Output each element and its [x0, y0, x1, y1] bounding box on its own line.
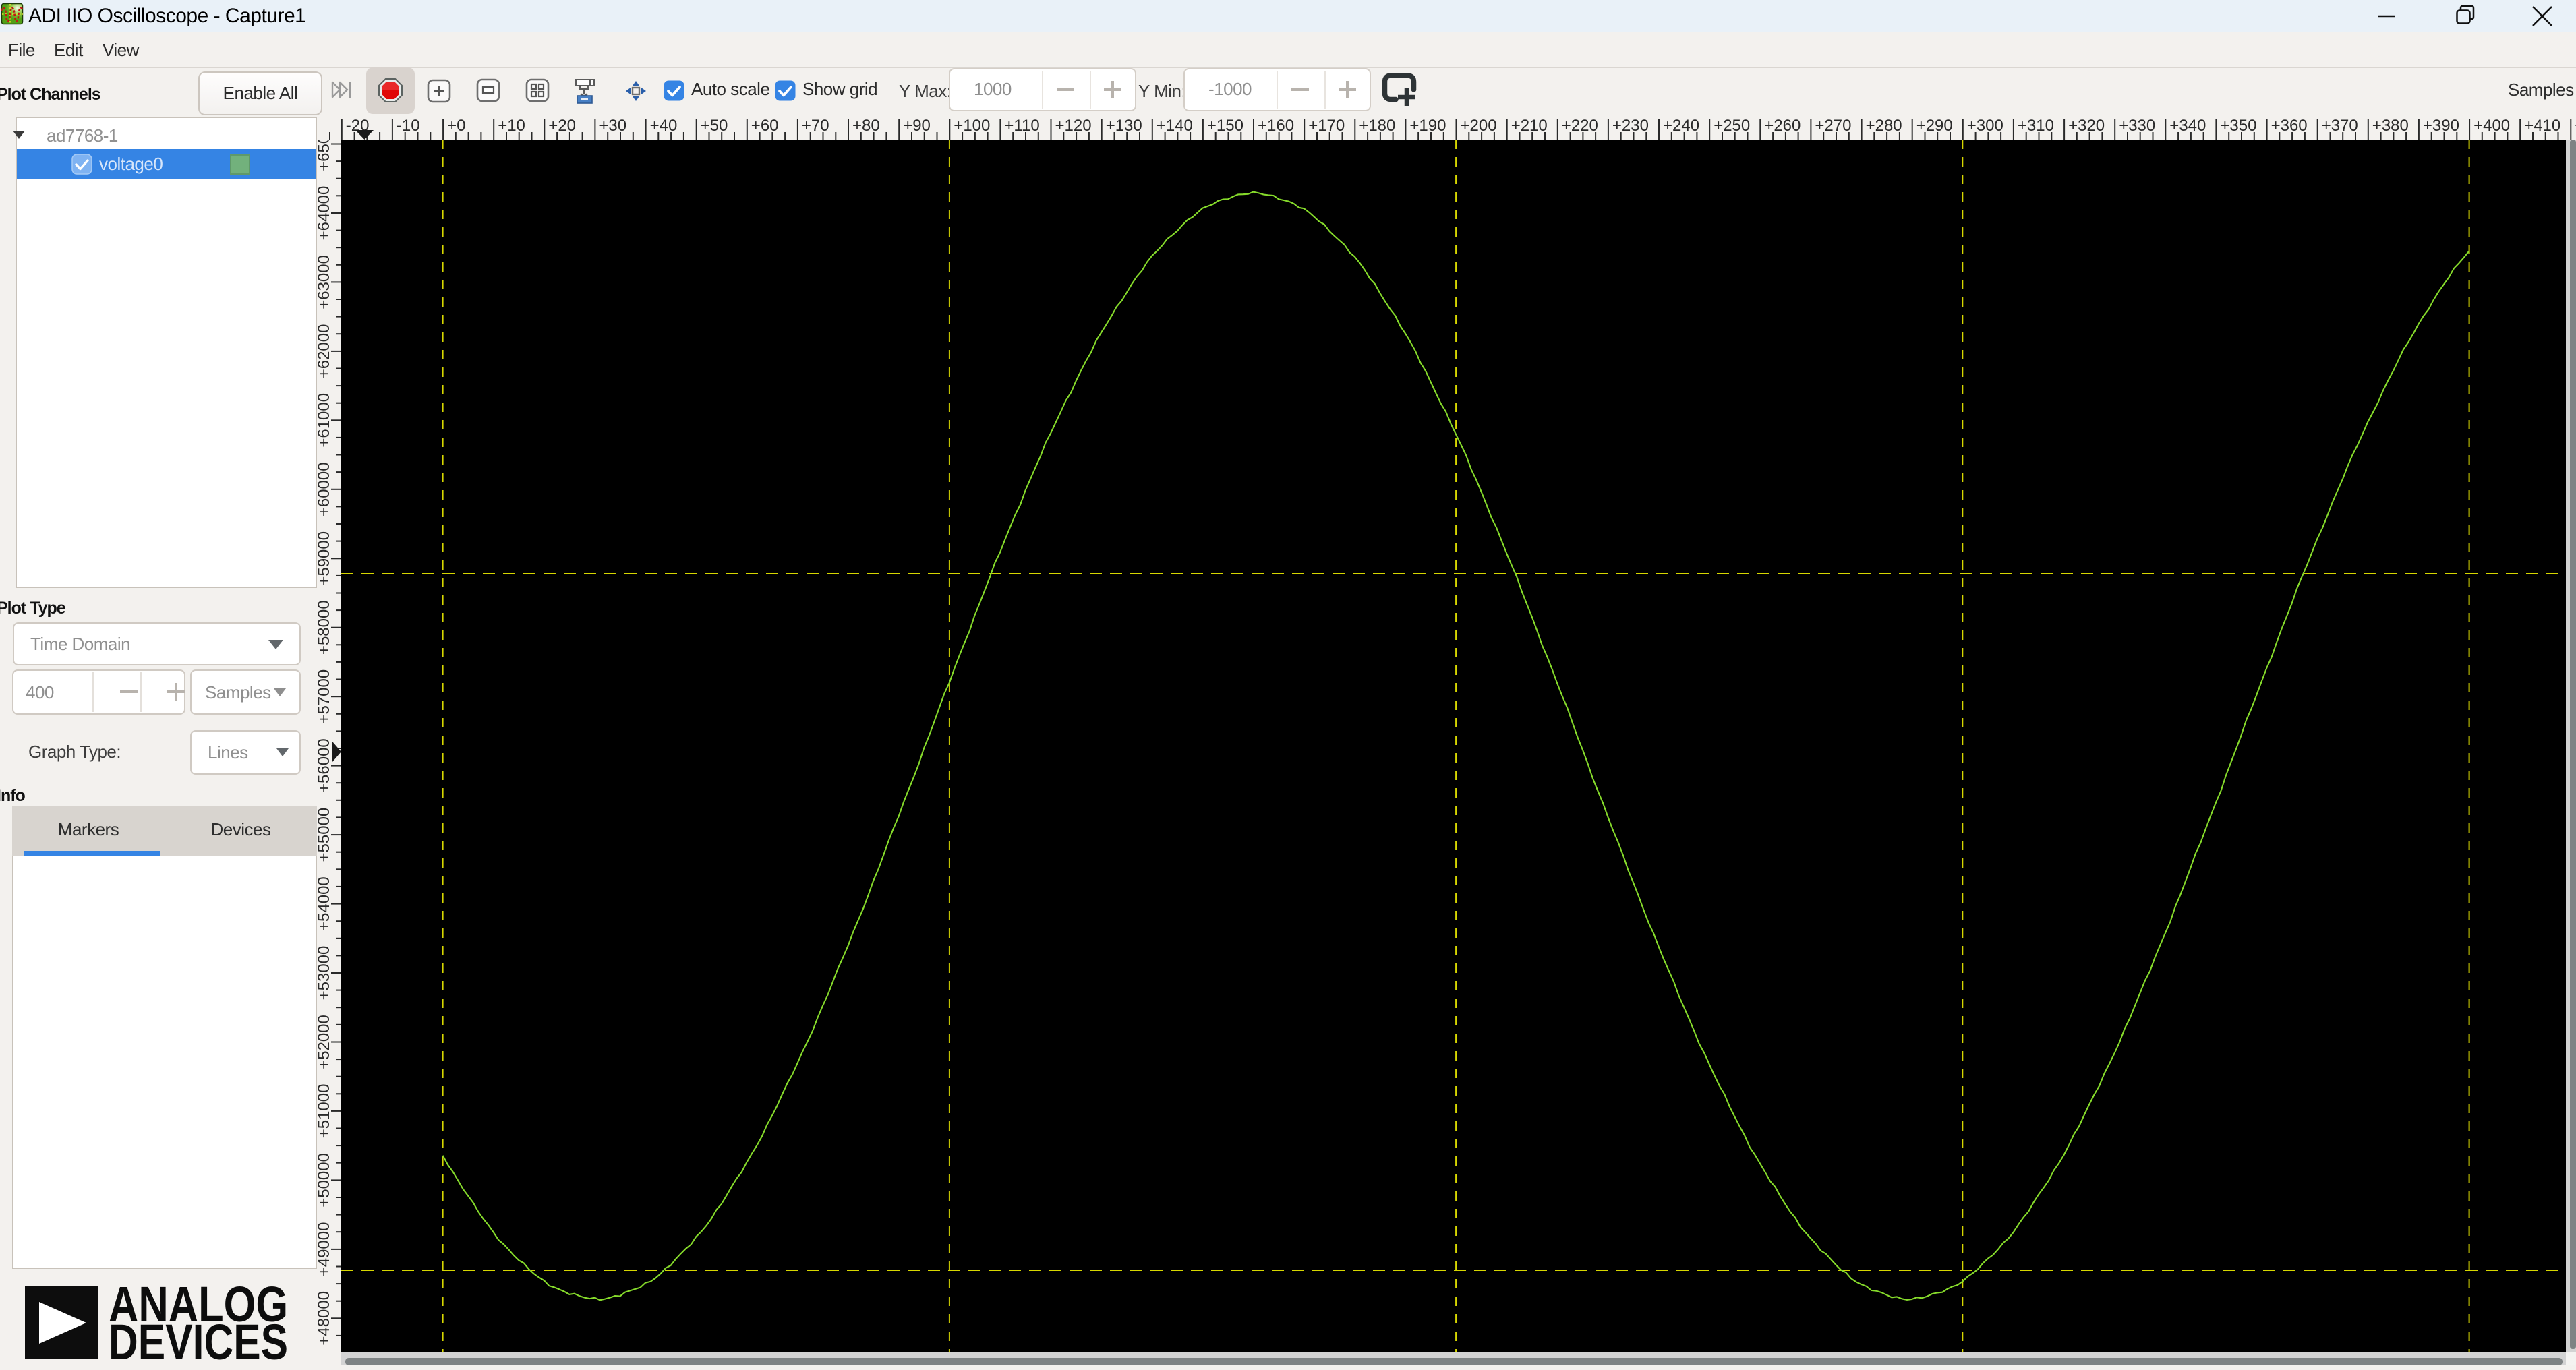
svg-text:+250: +250 — [1714, 117, 1750, 135]
svg-text:+80: +80 — [852, 117, 880, 135]
svg-text:+370: +370 — [2322, 117, 2358, 135]
svg-text:+63000: +63000 — [316, 255, 333, 309]
svg-text:+230: +230 — [1612, 117, 1649, 135]
svg-text:+360: +360 — [2271, 117, 2308, 135]
svg-text:+220: +220 — [1562, 117, 1598, 135]
svg-text:+30: +30 — [599, 117, 626, 135]
svg-text:+52000: +52000 — [316, 1015, 333, 1069]
svg-text:+330: +330 — [2119, 117, 2155, 135]
svg-text:+240: +240 — [1663, 117, 1699, 135]
svg-text:+310: +310 — [2018, 117, 2054, 135]
svg-text:+260: +260 — [1764, 117, 1801, 135]
svg-text:+57000: +57000 — [316, 669, 333, 724]
svg-text:+58000: +58000 — [316, 600, 333, 655]
svg-text:+62000: +62000 — [316, 324, 333, 379]
svg-text:+380: +380 — [2372, 117, 2409, 135]
svg-text:+60: +60 — [751, 117, 779, 135]
svg-text:+170: +170 — [1308, 117, 1345, 135]
svg-text:+280: +280 — [1866, 117, 1902, 135]
svg-text:+200: +200 — [1461, 117, 1497, 135]
svg-text:+20: +20 — [548, 117, 576, 135]
svg-text:+350: +350 — [2220, 117, 2256, 135]
svg-text:+300: +300 — [1967, 117, 2003, 135]
svg-text:+320: +320 — [2068, 117, 2105, 135]
svg-text:+10: +10 — [498, 117, 525, 135]
svg-text:+110: +110 — [1004, 117, 1039, 135]
svg-text:+340: +340 — [2169, 117, 2206, 135]
svg-text:+190: +190 — [1409, 117, 1446, 135]
svg-text:+400: +400 — [2473, 117, 2510, 135]
svg-text:+70: +70 — [802, 117, 829, 135]
svg-text:+59000: +59000 — [316, 531, 333, 586]
svg-text:+180: +180 — [1359, 117, 1395, 135]
svg-text:+61000: +61000 — [316, 393, 333, 448]
svg-text:+140: +140 — [1157, 117, 1193, 135]
svg-text:+56000: +56000 — [316, 738, 333, 793]
svg-text:+49000: +49000 — [316, 1222, 333, 1277]
svg-text:+0: +0 — [447, 117, 465, 135]
svg-text:+290: +290 — [1916, 117, 1953, 135]
svg-text:+50: +50 — [701, 117, 728, 135]
svg-text:+390: +390 — [2423, 117, 2459, 135]
svg-text:+51000: +51000 — [316, 1084, 333, 1139]
svg-text:-10: -10 — [397, 117, 420, 135]
svg-text:+53000: +53000 — [316, 946, 333, 1001]
svg-text:+64000: +64000 — [316, 186, 333, 241]
svg-text:+90: +90 — [903, 117, 931, 135]
svg-text:+54000: +54000 — [316, 876, 333, 931]
svg-text:+210: +210 — [1511, 117, 1548, 135]
svg-text:+55000: +55000 — [316, 808, 333, 862]
svg-text:+65000: +65000 — [316, 140, 333, 171]
svg-text:+48000: +48000 — [316, 1291, 333, 1346]
svg-text:+410: +410 — [2524, 117, 2560, 135]
svg-text:+130: +130 — [1106, 117, 1142, 135]
svg-text:+160: +160 — [1258, 117, 1294, 135]
svg-text:+40: +40 — [650, 117, 678, 135]
svg-text:+270: +270 — [1815, 117, 1851, 135]
svg-text:+120: +120 — [1055, 117, 1092, 135]
svg-text:+100: +100 — [954, 117, 990, 135]
svg-text:+50000: +50000 — [316, 1153, 333, 1208]
svg-text:+60000: +60000 — [316, 462, 333, 516]
svg-text:+150: +150 — [1207, 117, 1243, 135]
